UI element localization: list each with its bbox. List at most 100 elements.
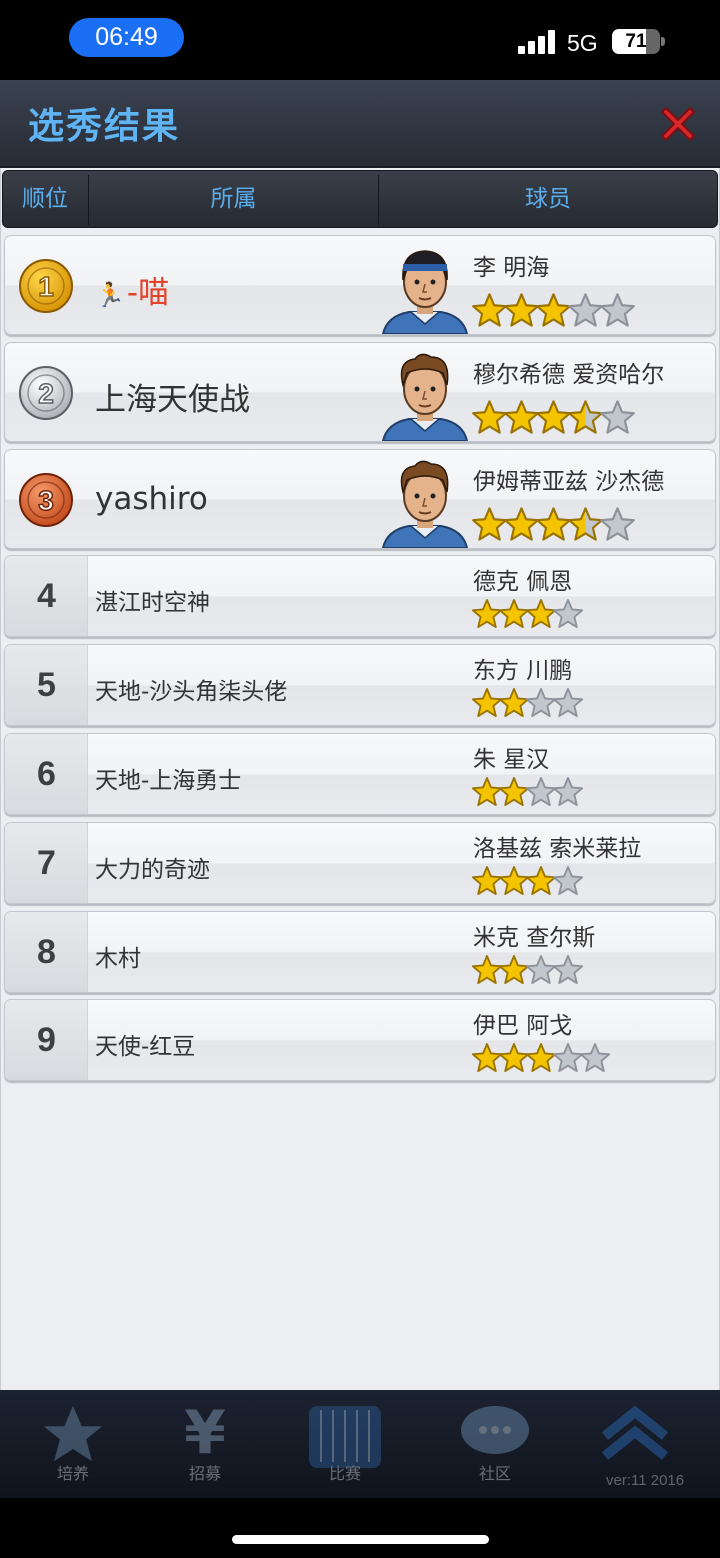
star-empty-icon xyxy=(525,687,557,723)
player-name: 伊巴 阿戈 xyxy=(473,1013,573,1039)
player-name: 穆尔希德 爱资哈尔 xyxy=(473,362,665,388)
star-empty-icon xyxy=(525,776,557,812)
player-name: 洛基兹 索米莱拉 xyxy=(473,836,642,862)
rank-number: 9 xyxy=(37,1021,56,1059)
pick-row[interactable]: 2 上海天使战 穆尔希德 爱资哈尔 xyxy=(4,342,716,442)
star-empty-icon xyxy=(552,954,584,990)
team-name-text: 湛江时空神 xyxy=(95,589,210,616)
team-name-text: 大力的奇迹 xyxy=(95,856,210,883)
nav-item[interactable]: 比赛 xyxy=(290,1398,400,1490)
player-rating xyxy=(471,776,584,812)
star-filled-icon xyxy=(503,399,539,440)
star-empty-icon xyxy=(552,598,584,634)
nav-item[interactable]: 培养 xyxy=(18,1398,128,1490)
star-filled-icon xyxy=(471,598,503,634)
player-rating xyxy=(471,687,584,723)
nav-item[interactable]: 社区 xyxy=(440,1398,550,1490)
status-bar: 06:49 5G 71 xyxy=(0,0,720,80)
star-filled-icon xyxy=(471,1042,503,1078)
svg-text:2: 2 xyxy=(38,378,54,409)
star-filled-icon xyxy=(471,292,507,333)
close-button[interactable] xyxy=(652,100,704,148)
star-filled-icon xyxy=(471,399,507,440)
team-name: 天地-沙头角柒头佬 xyxy=(95,672,287,706)
star-filled-icon xyxy=(498,954,530,990)
home-indicator-area xyxy=(0,1498,720,1558)
pick-row[interactable]: 8 木村 米克 查尔斯 xyxy=(4,911,716,993)
column-team: 所属 xyxy=(210,186,257,212)
team-name: 上海天使战 xyxy=(95,374,250,419)
star-filled-icon xyxy=(535,292,571,333)
star-empty-icon xyxy=(579,1042,611,1078)
star-half-icon xyxy=(567,399,603,440)
star-empty-icon xyxy=(599,506,635,547)
star-filled-icon xyxy=(471,776,503,812)
battery-icon: 71 xyxy=(612,29,660,54)
player-name: 李 明海 xyxy=(473,255,550,281)
star-filled-icon xyxy=(503,506,539,547)
player-name: 德克 佩恩 xyxy=(473,569,573,595)
nav-item-label: 招募 xyxy=(188,1464,221,1483)
team-name: 天使-红豆 xyxy=(95,1027,195,1061)
player-name: 米克 查尔斯 xyxy=(473,925,596,951)
page-title: 选秀结果 xyxy=(28,106,181,147)
team-name-text: 天使-红豆 xyxy=(95,1033,196,1060)
battery-tip xyxy=(661,37,665,46)
pick-row[interactable]: 6 天地-上海勇士 朱 星汉 xyxy=(4,733,716,815)
player-name: 东方 川鹏 xyxy=(473,658,573,684)
star-filled-icon xyxy=(535,506,571,547)
pick-row[interactable]: 7 大力的奇迹 洛基兹 索米莱拉 xyxy=(4,822,716,904)
pick-row[interactable]: 3 yashiro 伊姆蒂亚兹 沙杰德 xyxy=(4,449,716,549)
team-name-text: -喵 xyxy=(126,274,170,311)
team-name-text: 木村 xyxy=(95,945,141,972)
gold-medal-icon: 1 xyxy=(18,258,74,314)
star-empty-icon xyxy=(599,292,635,333)
star-empty-icon xyxy=(525,954,557,990)
nav-item-label: 培养 xyxy=(56,1464,89,1483)
player-rating xyxy=(471,598,584,634)
pick-row[interactable]: 4 湛江时空神 德克 佩恩 xyxy=(4,555,716,637)
rank-number: 7 xyxy=(37,844,56,882)
team-name: 木村 xyxy=(95,939,141,973)
team-name-text: 上海天使战 xyxy=(95,381,250,418)
star-empty-icon xyxy=(552,1042,584,1078)
star-filled-icon xyxy=(498,687,530,723)
close-icon xyxy=(661,107,695,141)
player-name: 伊姆蒂亚兹 沙杰德 xyxy=(473,469,665,495)
svg-text:1: 1 xyxy=(38,271,54,302)
star-filled-icon xyxy=(525,598,557,634)
team-name: 大力的奇迹 xyxy=(95,850,210,884)
star-filled-icon xyxy=(471,954,503,990)
rank-number: 5 xyxy=(37,666,56,704)
nav-item[interactable]: ¥ 招募 xyxy=(150,1398,260,1490)
star-empty-icon xyxy=(552,776,584,812)
home-indicator[interactable] xyxy=(232,1535,489,1544)
pick-row[interactable]: 5 天地-沙头角柒头佬 东方 川鹏 xyxy=(4,644,716,726)
column-rank: 顺位 xyxy=(22,186,68,212)
star-empty-icon xyxy=(552,865,584,901)
rank-number: 8 xyxy=(37,933,56,971)
player-rating xyxy=(471,506,635,547)
star-filled-icon xyxy=(498,776,530,812)
star-filled-icon xyxy=(471,506,507,547)
pick-row[interactable]: 1 🏃-喵 李 明海 xyxy=(4,235,716,335)
column-header: 顺位 所属 球员 xyxy=(2,170,718,228)
player-rating xyxy=(471,1042,611,1078)
pick-row[interactable]: 9 天使-红豆 伊巴 阿戈 xyxy=(4,999,716,1081)
version-label: ver:11 2016 xyxy=(606,1472,685,1489)
battery-level: 71 xyxy=(625,31,647,52)
star-filled-icon xyxy=(503,292,539,333)
player-rating xyxy=(471,399,635,440)
team-name: yashiro xyxy=(95,481,208,517)
player-rating xyxy=(471,292,635,333)
player-avatar xyxy=(381,242,469,334)
star-filled-icon xyxy=(535,399,571,440)
rank-number: 6 xyxy=(37,755,56,793)
star-filled-icon xyxy=(498,598,530,634)
network-type: 5G xyxy=(567,30,598,56)
team-name: 🏃-喵 xyxy=(95,267,169,312)
team-name-text: 天地-沙头角柒头佬 xyxy=(95,678,288,705)
dialog-header: 选秀结果 xyxy=(0,80,720,168)
star-filled-icon xyxy=(525,1042,557,1078)
star-filled-icon xyxy=(498,865,530,901)
